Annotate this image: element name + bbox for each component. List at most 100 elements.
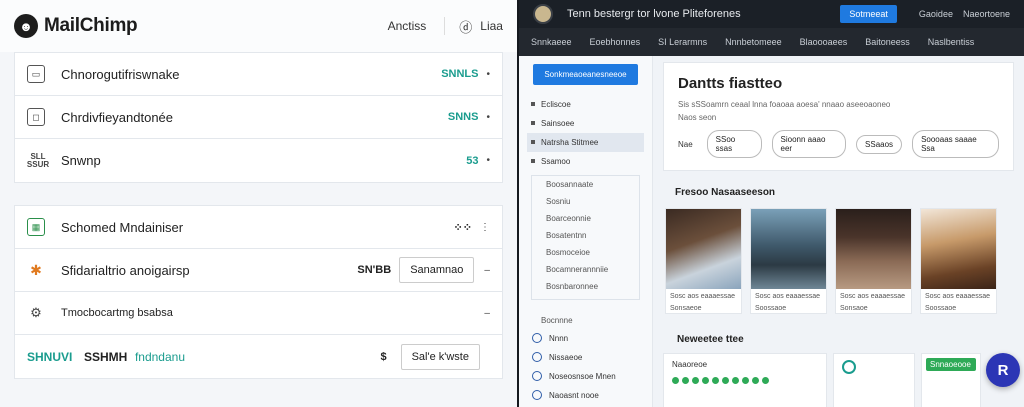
media-card[interactable]: Sosc aos eaaaessae Soossaoe [749, 208, 827, 314]
top-link-2[interactable]: Naeortoene [963, 9, 1010, 19]
filter-chip[interactable]: Sioonn aaao eer [771, 130, 847, 158]
list-row[interactable]: ▦ Schomed Mndainiser ⁘⁘ ⋮ [15, 206, 502, 249]
sidebar: Sonkmeaoeanesneeoe Ecliscoe Sainsoee Nat… [518, 56, 653, 407]
nav-item[interactable]: Blaoooaees [800, 37, 848, 47]
dash-icon[interactable]: – [484, 308, 490, 319]
widget-icon-row [834, 354, 914, 382]
sidebar-submenu: Boosannaate Sosniu Boarceonnie Bosatentn… [530, 175, 640, 300]
gear-icon: ✱ [30, 261, 42, 278]
row-label-group: SHNUVI SSHMH fndndanu [27, 349, 380, 364]
sidebar-item[interactable]: Nnnn [527, 329, 644, 348]
sidebar-item-active[interactable]: Natrsha Stitmee [526, 133, 644, 152]
thumbnail-image [835, 209, 911, 289]
settings-list-bottom: ▦ Schomed Mndainiser ⁘⁘ ⋮ ✱ Sfidarialtri… [0, 205, 517, 379]
list-row[interactable]: SHNUVI SSHMH fndndanu $ Sal'e k'wste [15, 335, 502, 378]
filter-chip[interactable]: SSaaos [856, 134, 903, 154]
widget-card[interactable]: Snnaoeooe [920, 353, 981, 407]
sidebar-subitem[interactable]: Boosannaate [532, 176, 639, 193]
sidebar-item[interactable]: Ecliscoe [527, 95, 644, 114]
row-action-button[interactable]: Sanamnao [399, 257, 475, 283]
section-title: Fresoo Nasaaseeson [674, 187, 776, 198]
header-link-1[interactable]: Anctiss [388, 19, 427, 33]
row-metric: SNNS [447, 111, 479, 123]
widget-card[interactable]: Naaoreoe [662, 353, 827, 407]
sidebar-subitem[interactable]: Bosmoceioe [532, 244, 639, 261]
grid-icon: ▦ [27, 218, 45, 236]
sidebar-bottom: Bocnnne Nnnn Nissaeoe Noseosnsoe Mnen Na… [527, 312, 644, 405]
sidebar-subitem[interactable]: Bosnbaronnee [532, 278, 639, 295]
card-caption: Sosc aos eaaaessae [754, 293, 820, 300]
nav-item[interactable]: Naslbentiss [928, 37, 975, 47]
dash-icon[interactable]: – [484, 265, 490, 276]
settings-icon: ⚙ [30, 305, 42, 320]
right-pane: Tenn bestergr tor lvone Pliteforenes Sot… [518, 0, 1024, 407]
row-metric: 53 [466, 154, 479, 167]
filter-chip[interactable]: SSoo ssas [706, 130, 762, 158]
list-row[interactable]: ✱ Sfidarialtrio anoigairsp SN'BB Sanamna… [15, 249, 502, 292]
chip-label: Nae [677, 139, 693, 149]
chevron-right-icon[interactable]: • [486, 69, 490, 80]
sidebar-item[interactable]: Noseosnsoe Mnen [527, 367, 644, 386]
circle-icon [531, 352, 542, 362]
sidebar-cta-button[interactable]: Sonkmeaoeanesneeoe [532, 64, 638, 85]
nav-item[interactable]: Eoebhonnes [590, 37, 641, 47]
media-card[interactable]: Sosc aos eaaaessae Sonsaoe [834, 208, 912, 314]
nav-item[interactable]: SI Lerarmns [658, 37, 707, 47]
vertical-dots-icon[interactable]: ⋮ [480, 222, 490, 233]
nav-item[interactable]: Baitoneess [865, 37, 910, 47]
avatar[interactable] [532, 4, 553, 24]
list-row[interactable]: SLL SSUR Snwnp 53 • [15, 139, 502, 182]
header-divider [444, 17, 446, 35]
list-row[interactable]: ⚙ Tmocbocartmg bsabsa – [15, 292, 502, 335]
header-link-2[interactable]: Liaa [480, 19, 503, 33]
sidebar-subitem[interactable]: Bocamnerannniie [532, 261, 639, 278]
sidebar-item[interactable]: Nissaeoe [527, 348, 644, 367]
row-label-teal: fndndanu [134, 350, 185, 364]
thumbnail-grid: Sosc aos eaaaessae Sonsaeoe Sosc aos eaa… [663, 208, 1014, 314]
brand-name: MailChimp [44, 15, 138, 36]
left-header: ☻ MailChimp Anctiss ⓓ Liaa [0, 0, 517, 52]
sidebar-section-label: Bocnnne [540, 316, 573, 325]
nav-item[interactable]: Snnkaeee [531, 37, 572, 47]
media-card[interactable]: Sosc aos eaaaessae Sonsaeoe [664, 208, 742, 314]
card-caption: Sosc aos eaaaessae [669, 293, 735, 300]
sidebar-item[interactable]: Sainsoee [527, 114, 644, 133]
left-pane: ☻ MailChimp Anctiss ⓓ Liaa ▭ Chnorogutif… [0, 0, 517, 407]
primary-button[interactable]: Sotmeeat [840, 5, 897, 23]
row-label: Sfidarialtrio anoigairsp [61, 262, 190, 278]
document-icon: ◻ [27, 108, 45, 126]
chevron-right-icon[interactable]: • [486, 155, 490, 166]
row-metric: SN'BB [357, 264, 392, 276]
card-caption-2: Sonsaoe [839, 305, 868, 312]
nav-item[interactable]: Nnnbetomeee [725, 37, 782, 47]
ssl-icon: SLL SSUR [26, 151, 50, 169]
top-link-1[interactable]: Gaoidee [919, 9, 953, 19]
row-action-button[interactable]: Sal'e k'wste [400, 343, 480, 370]
row-label-green: SHNUVI [27, 350, 73, 364]
media-card[interactable]: Sosc aos eaaaessae Soossaoe [919, 208, 997, 314]
sidebar-subitem[interactable]: Boarceonnie [532, 210, 639, 227]
sidebar-subitem[interactable]: Bosatentnn [532, 227, 639, 244]
thumbnail-image [750, 209, 826, 289]
sidebar-item[interactable]: Naoasnt nooe [527, 386, 644, 405]
row-label: Chnorogutifriswnake [61, 66, 180, 82]
more-icon[interactable]: ⁘⁘ [454, 221, 472, 234]
row-metric: $ [380, 350, 387, 363]
widget-card[interactable] [832, 353, 915, 407]
sidebar-subitem[interactable]: Sosniu [532, 193, 639, 210]
thumbnail-image [665, 209, 741, 289]
brand-logo[interactable]: ☻ MailChimp [14, 14, 138, 38]
list-row[interactable]: ▭ Chnorogutifriswnake SNNLS • [15, 53, 502, 96]
list-row[interactable]: ◻ Chrdivfieyandtonée SNNS • [15, 96, 502, 139]
filter-chip[interactable]: Soooaas saaae Ssa [912, 130, 999, 158]
page-subline: Naos seon [677, 113, 717, 122]
chat-fab-button[interactable]: R [986, 353, 1020, 387]
widget-title: Naaoreoe [671, 360, 708, 369]
filter-chips: Nae SSoo ssas Sioonn aaao eer SSaaos Soo… [678, 130, 999, 158]
chevron-right-icon[interactable]: • [486, 112, 490, 123]
main-nav: Snnkaeee Eoebhonnes SI Lerarmns Nnnbetom… [518, 28, 1024, 56]
hero-card: Dantts fiastteo Sis sSSoamrn ceaal lnna … [662, 62, 1014, 171]
sidebar-item[interactable]: Ssamoo [527, 152, 644, 171]
screen: ☻ MailChimp Anctiss ⓓ Liaa ▭ Chnorogutif… [0, 0, 1024, 407]
info-icon[interactable]: ⓓ [459, 17, 472, 36]
